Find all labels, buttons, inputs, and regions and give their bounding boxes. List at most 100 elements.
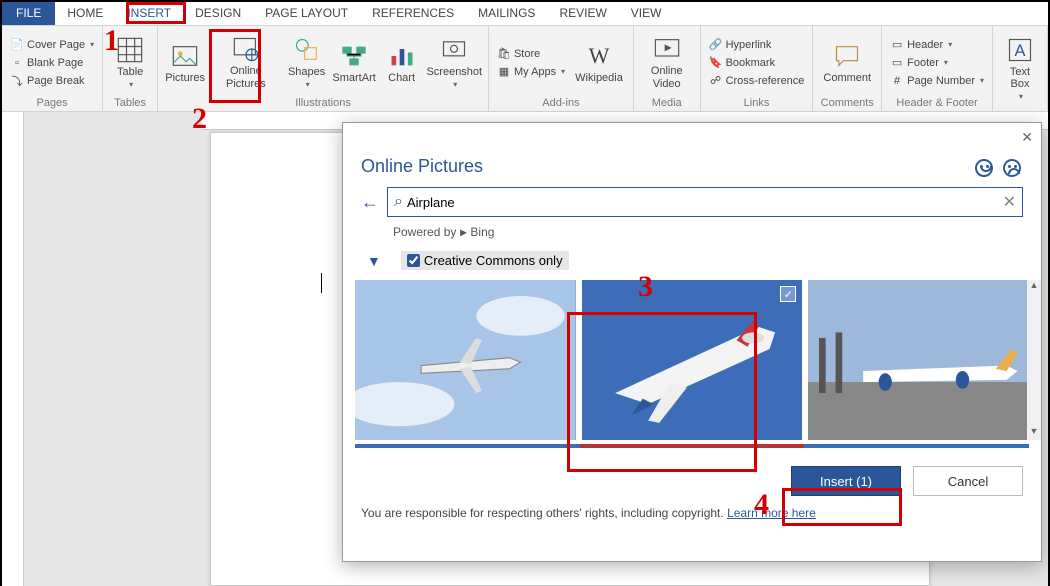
results-scrollbar[interactable]: ▲▼ — [1027, 280, 1041, 440]
pagenum-icon: # — [890, 74, 904, 88]
filter-icon[interactable]: ▼ — [367, 253, 381, 269]
footer-icon: ▭ — [890, 56, 904, 70]
shapes-button[interactable]: Shapes — [284, 28, 330, 97]
dialog-title: Online Pictures — [343, 152, 1041, 187]
group-media: Online Video Media — [634, 26, 701, 111]
smartart-button[interactable]: SmartArt — [330, 28, 379, 97]
close-icon[interactable]: ✕ — [1021, 129, 1033, 146]
smartart-icon — [340, 42, 368, 70]
table-icon — [116, 36, 144, 64]
screenshot-icon — [440, 36, 468, 64]
cc-only-input[interactable] — [407, 254, 420, 267]
powered-by: Powered by ▸ Bing — [343, 217, 1041, 247]
myapps-button[interactable]: ▦My Apps — [495, 64, 567, 80]
search-box[interactable]: ⌕ ✕ — [387, 187, 1023, 217]
hyperlink-button[interactable]: 🔗Hyperlink — [707, 37, 807, 53]
screenshot-button[interactable]: Screenshot — [425, 28, 484, 97]
header-icon: ▭ — [890, 38, 904, 52]
bookmark-button[interactable]: 🔖Bookmark — [707, 55, 807, 71]
online-video-button[interactable]: Online Video — [638, 28, 696, 97]
learn-more-link[interactable]: Learn more here — [727, 506, 816, 520]
hyperlink-icon: 🔗 — [709, 38, 723, 52]
group-text: AText Box — [993, 26, 1048, 111]
feedback-happy-icon[interactable] — [975, 159, 993, 177]
tab-file[interactable]: FILE — [2, 2, 55, 25]
wikipedia-icon: W — [585, 42, 613, 70]
store-button[interactable]: 🛍Store — [495, 46, 567, 62]
text-cursor — [321, 273, 322, 293]
tab-review[interactable]: REVIEW — [547, 2, 618, 25]
ribbon: 📄Cover Page ▫Blank Page ⤵Page Break Page… — [2, 26, 1048, 112]
textbox-button[interactable]: AText Box — [997, 28, 1043, 109]
tab-mailings[interactable]: MAILINGS — [466, 2, 547, 25]
crossref-button[interactable]: ☍Cross-reference — [707, 73, 807, 89]
cc-only-checkbox[interactable]: Creative Commons only — [401, 251, 569, 270]
group-label-illustrations: Illustrations — [162, 97, 484, 111]
feedback-sad-icon[interactable] — [1003, 159, 1021, 177]
cover-page-button[interactable]: 📄Cover Page — [8, 37, 96, 53]
group-label-tables: Tables — [107, 97, 153, 111]
thumb-selected-icon: ✓ — [780, 286, 796, 302]
group-tables: Table Tables — [103, 26, 158, 111]
pagenum-button[interactable]: #Page Number — [888, 73, 986, 89]
pictures-button[interactable]: Pictures — [162, 28, 208, 97]
blank-page-icon: ▫ — [10, 56, 24, 70]
ribbon-tabs: FILE HOME INSERT DESIGN PAGE LAYOUT REFE… — [2, 2, 1048, 26]
tab-design[interactable]: DESIGN — [183, 2, 253, 25]
tab-references[interactable]: REFERENCES — [360, 2, 466, 25]
page-break-button[interactable]: ⤵Page Break — [8, 73, 96, 89]
search-input[interactable] — [407, 195, 1003, 210]
header-button[interactable]: ▭Header — [888, 37, 986, 53]
group-links: 🔗Hyperlink 🔖Bookmark ☍Cross-reference Li… — [701, 26, 814, 111]
result-thumb-2[interactable]: ✓ — [582, 280, 803, 440]
cancel-button[interactable]: Cancel — [913, 466, 1023, 496]
bing-icon: ▸ — [460, 225, 466, 239]
online-pictures-button[interactable]: Online Pictures — [208, 28, 284, 97]
results-grid: ✓ ▲▼ — [343, 280, 1041, 440]
group-pages: 📄Cover Page ▫Blank Page ⤵Page Break Page… — [2, 26, 103, 111]
vertical-ruler — [2, 112, 24, 586]
table-button[interactable]: Table — [107, 28, 153, 97]
pictures-icon — [171, 42, 199, 70]
online-pictures-dialog: ✕ Online Pictures ← ⌕ ✕ Powered by ▸ Bin… — [342, 122, 1042, 562]
group-addins: 🛍Store ▦My Apps WWikipedia Add-ins — [489, 26, 634, 111]
bookmark-icon: 🔖 — [709, 56, 723, 70]
textbox-icon: A — [1006, 36, 1034, 64]
shapes-icon — [293, 36, 321, 64]
group-header-footer: ▭Header ▭Footer #Page Number Header & Fo… — [882, 26, 993, 111]
tab-home[interactable]: HOME — [55, 2, 115, 25]
group-label-text — [997, 109, 1043, 111]
blank-page-button[interactable]: ▫Blank Page — [8, 55, 96, 71]
comment-icon — [833, 42, 861, 70]
online-pictures-icon — [232, 35, 260, 63]
result-thumb-3[interactable] — [808, 280, 1029, 440]
group-comments: Comment Comments — [813, 26, 882, 111]
footer-button[interactable]: ▭Footer — [888, 55, 986, 71]
store-icon: 🛍 — [497, 47, 511, 61]
result-thumb-1[interactable] — [355, 280, 576, 440]
group-illustrations: Pictures Online Pictures Shapes SmartArt… — [158, 26, 489, 111]
online-video-icon — [653, 35, 681, 63]
myapps-icon: ▦ — [497, 65, 511, 79]
clear-search-icon[interactable]: ✕ — [1003, 192, 1016, 212]
comment-button[interactable]: Comment — [817, 28, 877, 97]
group-label-comments: Comments — [817, 97, 877, 111]
group-label-pages: Pages — [6, 97, 98, 111]
chart-icon — [388, 42, 416, 70]
back-button[interactable]: ← — [361, 192, 379, 213]
group-label-addins: Add-ins — [493, 97, 629, 111]
cover-page-icon: 📄 — [10, 38, 24, 52]
crossref-icon: ☍ — [709, 74, 723, 88]
disclaimer: You are responsible for respecting other… — [343, 502, 1041, 530]
tab-insert[interactable]: INSERT — [115, 2, 183, 25]
insert-button[interactable]: Insert (1) — [791, 466, 901, 496]
wikipedia-button[interactable]: WWikipedia — [569, 28, 629, 97]
chart-button[interactable]: Chart — [379, 28, 425, 97]
search-icon: ⌕ — [394, 193, 403, 211]
tab-view[interactable]: VIEW — [619, 2, 674, 25]
page-break-icon: ⤵ — [10, 74, 24, 88]
group-label-media: Media — [638, 97, 696, 111]
svg-text:A: A — [1015, 42, 1026, 60]
tab-page-layout[interactable]: PAGE LAYOUT — [253, 2, 360, 25]
group-label-links: Links — [705, 97, 809, 111]
